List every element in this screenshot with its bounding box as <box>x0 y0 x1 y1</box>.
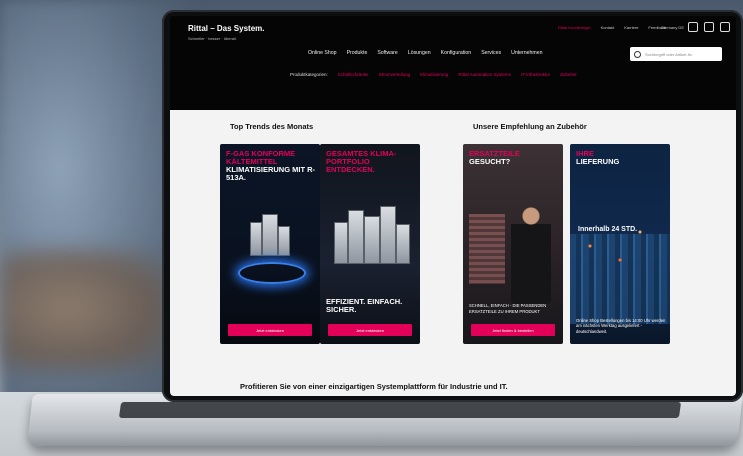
section-heading-trends: Top Trends des Monats <box>230 122 314 131</box>
category-zubehoer[interactable]: Zubehör <box>560 72 577 77</box>
card-white-text: KLIMATISIERUNG MIT R-513A. <box>226 164 316 182</box>
cabinet-image <box>396 224 410 264</box>
card-white-text: GESUCHT? <box>469 156 511 166</box>
category-it-infrastruktur[interactable]: IT-Infrastruktur <box>521 72 550 77</box>
cabinet-image <box>250 222 262 256</box>
card-middle-text: Innerhalb 24 STD. <box>578 226 638 233</box>
promo-card-ersatzteile[interactable]: ERSATZTEILE GESUCHT? SCHNELL, EINFACH - … <box>463 144 563 344</box>
blue-glow-ring <box>238 262 306 284</box>
cabinet-image <box>348 210 364 264</box>
nav-item-konfiguration[interactable]: Konfiguration <box>441 50 472 56</box>
category-schaltschraenke[interactable]: Schaltschränke <box>338 72 369 77</box>
cart-icon[interactable] <box>720 22 730 32</box>
keyboard <box>118 402 682 418</box>
promo-card-klima-portfolio[interactable]: GESAMTES KLIMA-PORTFOLIO ENTDECKEN. EFFI… <box>320 144 420 344</box>
cabinet-image <box>334 222 348 264</box>
site-header: Rittal – Das System. Schneller · besser … <box>170 16 736 110</box>
card-title: ERSATZTEILE GESUCHT? <box>469 150 520 166</box>
cabinet-image <box>380 206 396 264</box>
card-title: IHRE LIEFERUNG <box>576 150 619 166</box>
category-klimatisierung[interactable]: Klimatisierung <box>420 72 448 77</box>
nav-item-services[interactable]: Services <box>481 50 501 56</box>
laptop-screen: Rittal – Das System. Schneller · besser … <box>170 16 736 396</box>
category-bar: Produktkategorien: Schaltschränke Stromv… <box>290 72 577 77</box>
clipboard-icon[interactable] <box>688 22 698 32</box>
user-icon[interactable] <box>704 22 714 32</box>
nav-item-software[interactable]: Software <box>377 50 397 56</box>
background-warm-blur <box>0 250 170 370</box>
search-placeholder: Suchbegriff oder Artikel-Nr. <box>645 51 693 57</box>
find-order-button[interactable]: Jetzt finden & bestellen <box>471 324 555 336</box>
top-link-career[interactable]: Karriere <box>624 25 638 30</box>
category-stromverteilung[interactable]: Stromverteilung <box>379 72 411 77</box>
header-icons <box>688 22 730 32</box>
nav-item-produkte[interactable]: Produkte <box>347 50 368 56</box>
top-link-login[interactable]: Rittal Kundenlogin <box>558 25 590 30</box>
categories-label: Produktkategorien: <box>290 72 328 77</box>
card-white-text: LIEFERUNG <box>576 156 620 166</box>
card-small-text: SCHNELL, EINFACH - DIE PASSENDEN ERSATZT… <box>469 303 547 314</box>
card-small-text: Online Shop Bestellungen bis 14:00 Uhr w… <box>576 317 666 334</box>
top-link-contact[interactable]: Kontakt <box>601 25 615 30</box>
main-nav: Online Shop Produkte Software Lösungen K… <box>308 50 543 56</box>
promo-card-fgas[interactable]: F-GAS KONFORME KÄLTEMITTEL KLIMATISIERUN… <box>220 144 320 344</box>
parts-shelf-image <box>469 214 505 284</box>
lights-image <box>570 204 670 274</box>
promo-card-lieferung[interactable]: IHRE LIEFERUNG Innerhalb 24 STD. Online … <box>570 144 670 344</box>
cabinet-image <box>278 226 290 256</box>
top-links: Rittal Kundenlogin Kontakt Karriere Feed… <box>558 25 666 30</box>
card-bottom-text: EFFIZIENT. EINFACH. SICHER. <box>326 296 403 314</box>
technician-image <box>511 204 551 304</box>
platform-tagline: Profitieren Sie von einer einzigartigen … <box>240 382 508 391</box>
search-input[interactable]: Suchbegriff oder Artikel-Nr. <box>630 47 722 61</box>
card-title: F-GAS KONFORME KÄLTEMITTEL KLIMATISIERUN… <box>226 150 320 182</box>
nav-item-online-shop[interactable]: Online Shop <box>308 50 337 56</box>
site-logo[interactable]: Rittal – Das System. <box>188 24 264 33</box>
category-automation[interactable]: Rittal Automation Systems <box>458 72 511 77</box>
search-icon <box>634 50 641 58</box>
discover-button[interactable]: Jetzt entdecken <box>328 324 412 336</box>
logo-tagline: Schneller · besser · überall. <box>188 36 237 41</box>
nav-item-loesungen[interactable]: Lösungen <box>408 50 431 56</box>
card-red-text: F-GAS KONFORME KÄLTEMITTEL <box>226 149 296 166</box>
nav-item-unternehmen[interactable]: Unternehmen <box>511 50 542 56</box>
section-heading-accessories: Unsere Empfehlung an Zubehör <box>473 122 587 131</box>
card-title: GESAMTES KLIMA-PORTFOLIO ENTDECKEN. <box>326 149 397 174</box>
discover-button[interactable]: Jetzt entdecken <box>228 324 312 336</box>
cabinet-image <box>364 216 380 264</box>
language-selector[interactable]: Germany DE <box>661 25 684 30</box>
cabinet-image <box>262 214 278 256</box>
main-content: Top Trends des Monats Unsere Empfehlung … <box>170 110 736 396</box>
